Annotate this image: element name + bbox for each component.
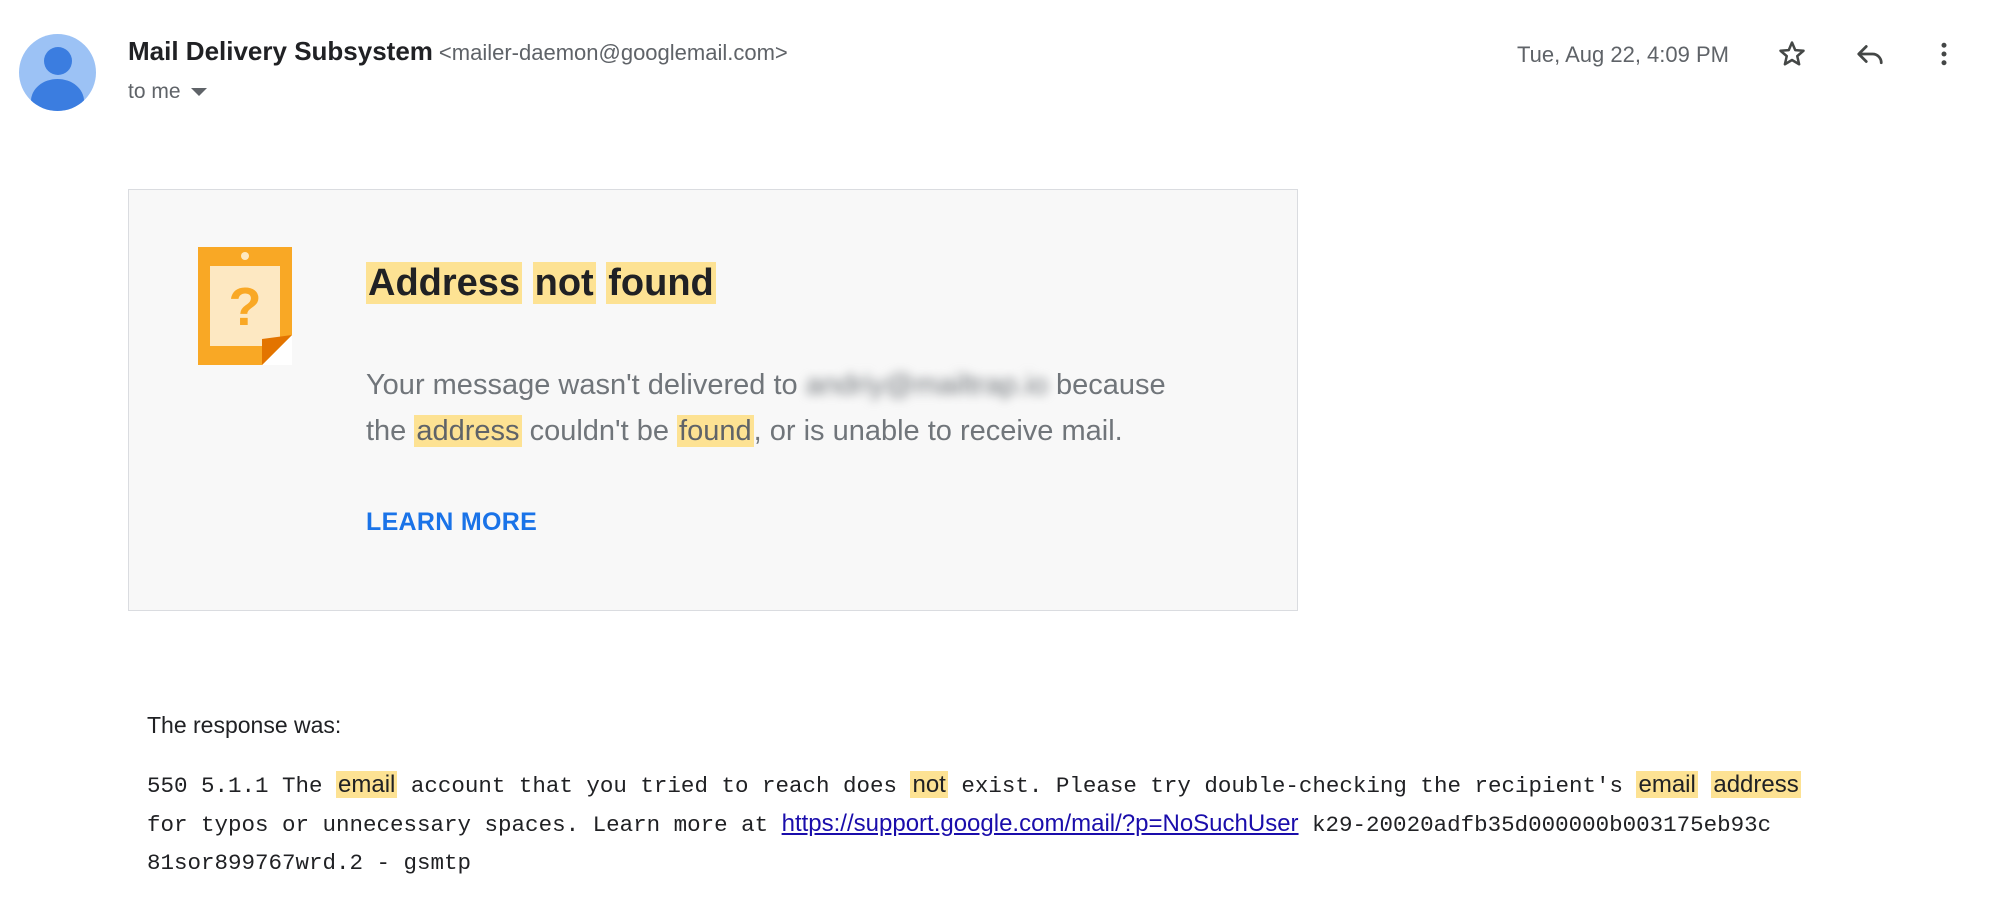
support-link[interactable]: https://support.google.com/mail/?p=NoSuc…	[782, 810, 1299, 837]
svg-text:?: ?	[229, 277, 262, 337]
reply-icon[interactable]	[1852, 36, 1888, 72]
email-view: Mail Delivery Subsystem <mailer-daemon@go…	[0, 0, 1999, 923]
sender-avatar[interactable]	[19, 34, 96, 111]
resp-hl-not: not	[910, 771, 948, 798]
avatar-body	[31, 79, 84, 111]
resp-hl-address: address	[1711, 771, 1801, 798]
resp-text-1: 550 5.1.1 The	[147, 773, 337, 799]
resp-text-4	[1698, 773, 1712, 799]
star-icon[interactable]	[1774, 36, 1810, 72]
learn-more-link[interactable]: LEARN MORE	[366, 508, 537, 537]
body-hl-found: found	[677, 415, 754, 447]
body-hl-address: address	[414, 415, 522, 447]
title-word-found: found	[606, 262, 716, 304]
response-text: 550 5.1.1 The email account that you tri…	[147, 766, 1947, 882]
resp-text-3: exist. Please try double-checking the re…	[947, 773, 1637, 799]
body-text-1: Your message wasn't delivered to	[366, 369, 806, 401]
resp-text-5: for typos or unnecessary spaces. Learn m…	[147, 812, 769, 838]
resp-hl-email-1: email	[336, 771, 398, 798]
title-word-not: not	[532, 262, 596, 304]
body-text-5: , or is unable to receive mail.	[753, 415, 1123, 447]
body-text-2: because	[1047, 369, 1166, 401]
body-text-3: the	[366, 415, 415, 447]
recipient-details[interactable]: to me	[128, 80, 207, 104]
sender-email: <mailer-daemon@googlemail.com>	[438, 40, 788, 65]
sender-line: Mail Delivery Subsystem <mailer-daemon@go…	[128, 36, 788, 67]
blurred-recipient: andriy@mailtrap.io	[805, 369, 1048, 401]
sender-name[interactable]: Mail Delivery Subsystem	[128, 36, 433, 66]
email-date: Tue, Aug 22, 4:09 PM	[1517, 42, 1729, 67]
resp-text-2: account that you tried to reach does	[397, 773, 911, 799]
question-note-icon: ?	[198, 247, 292, 370]
card-body-text: Your message wasn't delivered to andriy@…	[366, 362, 1226, 454]
to-label: to me	[128, 80, 181, 103]
chevron-down-icon[interactable]	[190, 88, 207, 96]
avatar-head	[44, 47, 72, 75]
bounce-notice-card: ? Address not found Your message wasn't …	[128, 189, 1298, 611]
title-word-address: Address	[366, 262, 523, 304]
body-text-4: couldn't be	[521, 415, 678, 447]
resp-hl-email-2: email	[1636, 771, 1698, 798]
response-label: The response was:	[147, 712, 342, 738]
card-title: Address not found	[366, 262, 716, 305]
more-vert-icon[interactable]	[1926, 36, 1962, 72]
